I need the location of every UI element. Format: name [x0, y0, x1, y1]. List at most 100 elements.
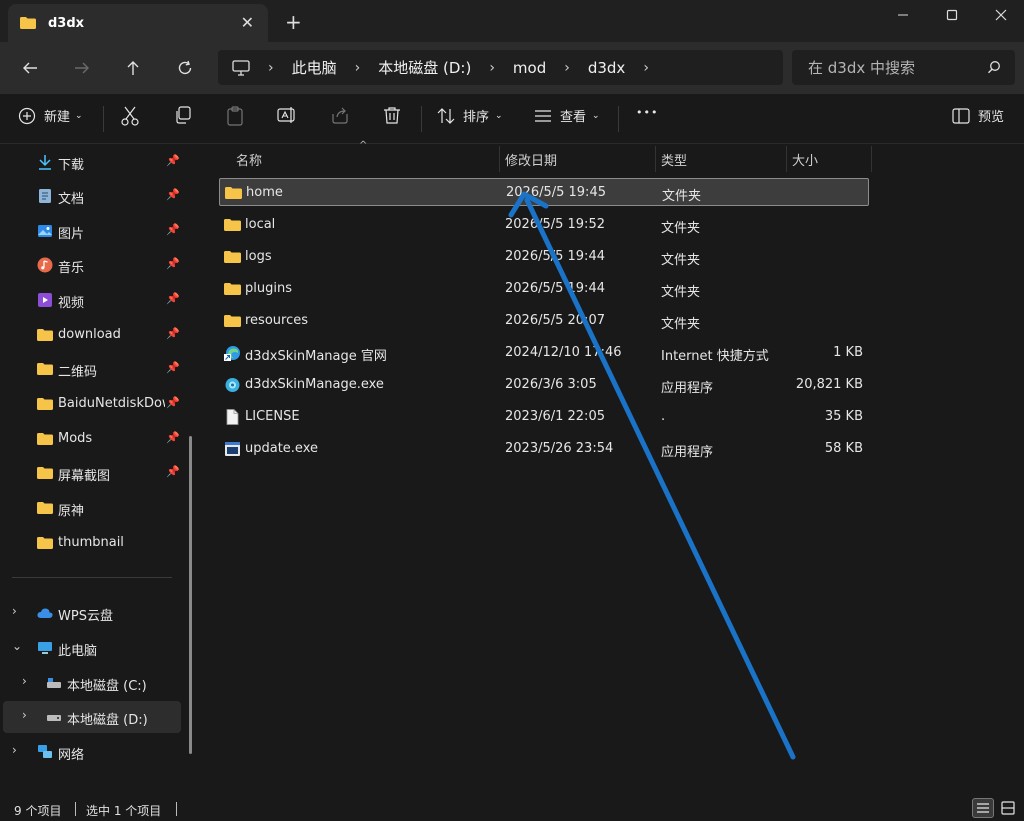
- pin-icon[interactable]: 📌: [166, 465, 180, 478]
- tiles-view-button[interactable]: [997, 798, 1019, 818]
- delete-button[interactable]: [383, 106, 401, 124]
- details-view-button[interactable]: [972, 798, 994, 818]
- tiles-view-icon: [1001, 801, 1015, 815]
- search-icon[interactable]: [987, 60, 1001, 74]
- chevron-right-icon[interactable]: ›: [355, 60, 361, 76]
- breadcrumb-d3dx[interactable]: d3dx: [588, 59, 625, 77]
- sidebar-item-this-pc[interactable]: ⌄ 此电脑: [0, 632, 190, 664]
- share-button[interactable]: [331, 106, 349, 124]
- sidebar-item-drive-c[interactable]: › 本地磁盘 (C:): [0, 667, 190, 699]
- new-tab-button[interactable]: +: [285, 10, 302, 34]
- close-tab-icon[interactable]: ✕: [241, 13, 254, 32]
- sidebar-item-label: 本地磁盘 (D:): [67, 713, 148, 728]
- sidebar-item-qrcode[interactable]: 二维码 📌: [0, 353, 190, 385]
- sidebar-item-download-folder[interactable]: download 📌: [0, 319, 190, 351]
- sidebar-item-network[interactable]: › 网络: [0, 736, 190, 768]
- sidebar-item-wps-cloud[interactable]: › WPS云盘: [0, 597, 190, 629]
- sidebar-scrollbar[interactable]: [189, 436, 192, 754]
- pin-icon[interactable]: 📌: [166, 188, 180, 201]
- close-window-button[interactable]: [978, 2, 1024, 28]
- new-button[interactable]: 新建 ⌄: [18, 106, 83, 125]
- table-row[interactable]: logs 2026/5/5 19:44 文件夹: [219, 243, 869, 271]
- sort-button[interactable]: 排序 ⌄: [437, 106, 503, 125]
- sidebar-item-thumbnail[interactable]: thumbnail: [0, 527, 190, 559]
- back-button[interactable]: [17, 55, 43, 81]
- view-button[interactable]: 查看 ⌄: [534, 106, 600, 125]
- column-divider[interactable]: [786, 146, 787, 172]
- chevron-right-icon[interactable]: ›: [643, 60, 649, 76]
- pin-icon[interactable]: 📌: [166, 431, 180, 444]
- table-row[interactable]: local 2026/5/5 19:52 文件夹: [219, 211, 869, 239]
- copy-button[interactable]: [174, 106, 192, 124]
- file-type: 文件夹: [661, 285, 701, 300]
- folder-icon: [224, 283, 241, 295]
- chevron-right-icon[interactable]: ›: [12, 743, 17, 757]
- chevron-down-icon[interactable]: ⌄: [12, 639, 22, 653]
- column-divider[interactable]: [499, 146, 500, 172]
- cut-button[interactable]: [121, 106, 139, 126]
- sidebar-item-label: 本地磁盘 (C:): [67, 679, 147, 694]
- breadcrumb-drive-d[interactable]: 本地磁盘 (D:): [378, 57, 471, 78]
- table-row[interactable]: home 2026/5/5 19:45 文件夹: [219, 178, 869, 206]
- forward-button[interactable]: [69, 55, 95, 81]
- paste-button[interactable]: [226, 106, 244, 126]
- sidebar-item-downloads[interactable]: 下载 📌: [0, 146, 190, 178]
- preview-button[interactable]: 预览: [952, 106, 1004, 125]
- breadcrumb-mod[interactable]: mod: [513, 59, 546, 77]
- column-divider[interactable]: [871, 146, 872, 172]
- table-row[interactable]: LICENSE 2023/6/1 22:05 . 35 KB: [219, 403, 869, 431]
- breadcrumb-this-pc[interactable]: 此电脑: [292, 57, 337, 78]
- sidebar-item-documents[interactable]: 文档 📌: [0, 180, 190, 212]
- table-row[interactable]: resources 2026/5/5 20:07 文件夹: [219, 307, 869, 335]
- chevron-right-icon[interactable]: ›: [22, 674, 27, 688]
- table-row[interactable]: d3dxSkinManage.exe 2026/3/6 3:05 应用程序 20…: [219, 371, 869, 399]
- cut-icon: [121, 106, 139, 126]
- tab-d3dx[interactable]: d3dx ✕: [8, 4, 268, 42]
- address-bar[interactable]: › 此电脑 › 本地磁盘 (D:) › mod › d3dx ›: [218, 50, 783, 85]
- sidebar-item-label: 屏幕截图: [58, 469, 111, 484]
- maximize-icon: [946, 9, 958, 21]
- sidebar-item-pictures[interactable]: 图片 📌: [0, 215, 190, 247]
- column-header-date[interactable]: 修改日期: [505, 144, 557, 174]
- file-date: 2023/6/1 22:05: [505, 409, 605, 424]
- refresh-button[interactable]: [172, 55, 198, 81]
- pin-icon[interactable]: 📌: [166, 396, 180, 409]
- chevron-right-icon[interactable]: ›: [564, 60, 570, 76]
- pin-icon[interactable]: 📌: [166, 257, 180, 270]
- new-label: 新建: [44, 110, 71, 125]
- up-button[interactable]: [120, 55, 146, 81]
- sidebar-item-videos[interactable]: 视频 📌: [0, 284, 190, 316]
- column-divider[interactable]: [655, 146, 656, 172]
- details-view-icon: [977, 803, 989, 813]
- pin-icon[interactable]: 📌: [166, 327, 180, 340]
- pin-icon[interactable]: 📌: [166, 361, 180, 374]
- pin-icon[interactable]: 📌: [166, 223, 180, 236]
- chevron-right-icon[interactable]: ›: [22, 708, 27, 722]
- sidebar-item-drive-d[interactable]: › 本地磁盘 (D:): [3, 701, 181, 733]
- search-input[interactable]: 在 d3dx 中搜索: [792, 50, 1015, 85]
- rename-button[interactable]: [277, 106, 297, 124]
- table-row[interactable]: update.exe 2023/5/26 23:54 应用程序 58 KB: [219, 435, 869, 463]
- sidebar-item-baidu[interactable]: BaiduNetdiskDownload 📌: [0, 388, 190, 420]
- folder-icon: [225, 187, 242, 199]
- column-header-size[interactable]: 大小: [792, 144, 818, 174]
- sidebar-item-screenshots[interactable]: 屏幕截图 📌: [0, 457, 190, 489]
- more-options-button[interactable]: •••: [636, 106, 658, 119]
- chevron-right-icon[interactable]: ›: [12, 604, 17, 618]
- minimize-button[interactable]: [880, 2, 926, 28]
- table-row[interactable]: d3dxSkinManage 官网 2024/12/10 17:46 Inter…: [219, 339, 869, 367]
- chevron-right-icon[interactable]: ›: [489, 60, 495, 76]
- pin-icon[interactable]: 📌: [166, 292, 180, 305]
- sidebar-item-music[interactable]: 音乐 📌: [0, 249, 190, 281]
- column-header-type[interactable]: 类型: [661, 144, 687, 174]
- sidebar-item-genshin[interactable]: 原神: [0, 492, 190, 524]
- folder-icon: [37, 502, 53, 514]
- folder-icon: [37, 398, 53, 410]
- video-icon: [38, 293, 52, 307]
- pin-icon[interactable]: 📌: [166, 154, 180, 167]
- sidebar-item-mods[interactable]: Mods 📌: [0, 423, 190, 455]
- arrow-up-icon: [127, 61, 139, 75]
- table-row[interactable]: plugins 2026/5/5 19:44 文件夹: [219, 275, 869, 303]
- column-header-name[interactable]: 名称: [236, 144, 262, 174]
- maximize-button[interactable]: [929, 2, 975, 28]
